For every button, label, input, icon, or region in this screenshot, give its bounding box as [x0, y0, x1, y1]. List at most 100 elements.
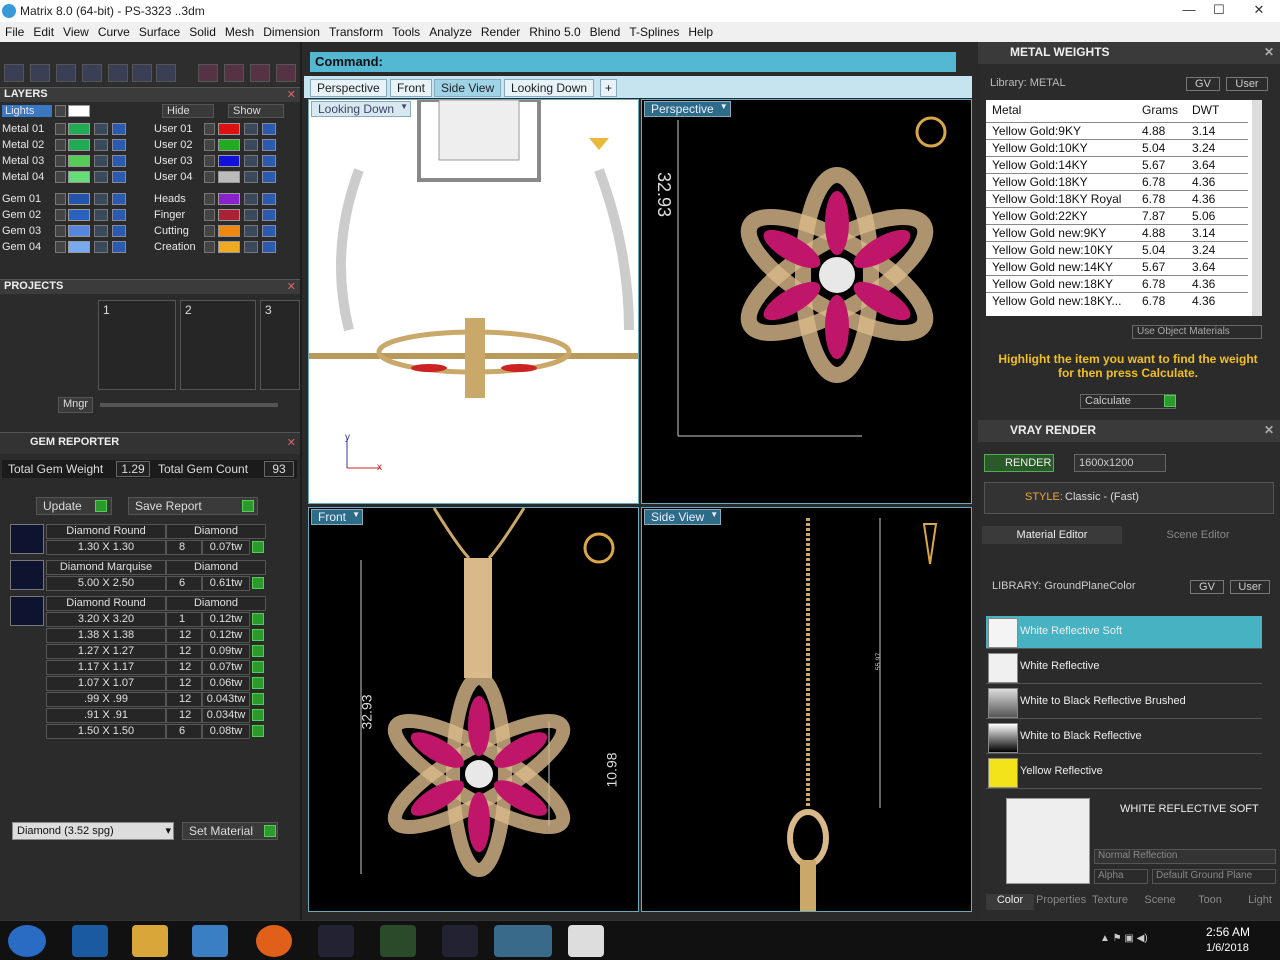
manager-button[interactable]: Mngr — [58, 397, 94, 413]
color-swatch[interactable] — [68, 105, 90, 117]
document-icon[interactable] — [568, 925, 604, 957]
media-player-icon[interactable] — [192, 925, 228, 957]
material-item[interactable]: White to Black Reflective Brushed — [986, 686, 1262, 719]
lock-icon[interactable] — [244, 209, 258, 221]
lock-icon[interactable] — [94, 241, 108, 253]
viewport-label[interactable]: Front ▼ — [311, 509, 364, 525]
select-gems-icon[interactable] — [252, 725, 264, 737]
snap-icon[interactable] — [198, 64, 218, 82]
visibility-icon[interactable] — [262, 139, 276, 151]
menu-rhino[interactable]: Rhino 5.0 — [524, 22, 584, 39]
file-explorer-icon[interactable] — [132, 925, 168, 957]
viewport-label[interactable]: Perspective ▼ — [644, 101, 731, 117]
save-report-button[interactable]: Save Report — [128, 497, 258, 515]
menu-curve[interactable]: Curve — [93, 22, 134, 39]
osnap-icon[interactable] — [250, 64, 270, 82]
layer-row[interactable]: User 02 — [152, 139, 300, 154]
tab-color[interactable]: Color — [986, 894, 1034, 910]
color-swatch[interactable] — [218, 139, 240, 151]
layer-row[interactable]: User 04 — [152, 171, 300, 186]
expand-icon[interactable] — [55, 225, 66, 237]
layer-row[interactable]: Cutting — [152, 225, 300, 240]
tab-side-view[interactable]: Side View — [434, 79, 502, 97]
layer-row[interactable]: Metal 03 — [0, 155, 145, 170]
ring-app-icon[interactable] — [442, 925, 478, 957]
expand-icon[interactable] — [55, 155, 66, 167]
material-item[interactable]: Yellow Reflective — [986, 756, 1262, 789]
layer-row[interactable]: Creation — [152, 241, 300, 256]
expand-icon[interactable] — [55, 139, 66, 151]
material-item[interactable]: White to Black Reflective — [986, 721, 1262, 754]
visibility-icon[interactable] — [112, 155, 126, 167]
visibility-icon[interactable] — [112, 209, 126, 221]
expand-icon[interactable] — [204, 241, 215, 253]
add-view-icon[interactable]: + — [600, 79, 618, 97]
filter-icon[interactable] — [108, 64, 128, 82]
tab-toon[interactable]: Toon — [1186, 894, 1234, 910]
tab-looking-down[interactable]: Looking Down — [504, 79, 595, 97]
color-swatch[interactable] — [68, 209, 90, 221]
menu-surface[interactable]: Surface — [134, 22, 184, 39]
project-slot-2[interactable]: 2 — [180, 300, 256, 390]
lock-icon[interactable] — [94, 123, 108, 135]
expand-icon[interactable] — [204, 155, 215, 167]
visibility-icon[interactable] — [262, 123, 276, 135]
menu-edit[interactable]: Edit — [28, 22, 58, 39]
menu-file[interactable]: File — [0, 22, 28, 39]
layer-row[interactable]: Metal 02 — [0, 139, 145, 154]
tab-material-editor[interactable]: Material Editor — [982, 526, 1122, 544]
viewport-looking-down[interactable]: yx Looking Down ▼ — [308, 99, 639, 504]
visibility-icon[interactable] — [262, 193, 276, 205]
expand-icon[interactable] — [204, 209, 215, 221]
color-swatch[interactable] — [68, 171, 90, 183]
lock-icon[interactable] — [244, 193, 258, 205]
grid-snap-icon[interactable] — [224, 64, 244, 82]
menu-blend[interactable]: Blend — [585, 22, 625, 39]
cylinder-icon[interactable] — [82, 64, 102, 82]
layer-row[interactable]: Gem 01 — [0, 193, 145, 208]
visibility-icon[interactable] — [262, 155, 276, 167]
layer-row[interactable]: Heads — [152, 193, 300, 208]
material-item[interactable]: White Reflective — [986, 651, 1262, 684]
metal-row[interactable]: Yellow Gold new:10KY 5.04 3.24 — [986, 241, 1248, 258]
color-swatch[interactable] — [218, 225, 240, 237]
menu-dimension[interactable]: Dimension — [258, 22, 324, 39]
visibility-icon[interactable] — [262, 241, 276, 253]
metal-row[interactable]: Yellow Gold:18KY Royal 6.78 4.36 — [986, 190, 1248, 207]
scrollbar[interactable] — [1252, 100, 1262, 316]
close-icon[interactable]: ✕ — [287, 88, 296, 101]
layer-row[interactable]: Finger — [152, 209, 300, 224]
menu-mesh[interactable]: Mesh — [220, 22, 258, 39]
render-button[interactable]: RENDER — [984, 454, 1054, 472]
select-gems-icon[interactable] — [252, 645, 264, 657]
visibility-icon[interactable] — [112, 171, 126, 183]
properties-icon[interactable] — [156, 64, 176, 82]
lock-icon[interactable] — [94, 155, 108, 167]
expand-icon[interactable] — [55, 241, 66, 253]
color-swatch[interactable] — [68, 139, 90, 151]
expand-icon[interactable] — [55, 209, 66, 221]
menu-transform[interactable]: Transform — [324, 22, 387, 39]
user-button[interactable]: User — [1230, 580, 1270, 594]
expand-icon[interactable] — [55, 171, 66, 183]
color-swatch[interactable] — [218, 193, 240, 205]
minimize-button[interactable]: — — [1174, 0, 1204, 20]
visibility-icon[interactable] — [262, 209, 276, 221]
menu-solid[interactable]: Solid — [184, 22, 220, 39]
viewport-side-view[interactable]: Side View ▼ 55.97 — [641, 507, 972, 912]
color-swatch[interactable] — [218, 209, 240, 221]
metal-row[interactable]: Yellow Gold new:18KY 6.78 4.36 — [986, 275, 1248, 292]
color-swatch[interactable] — [68, 241, 90, 253]
start-button[interactable] — [8, 925, 46, 957]
command-bar[interactable]: Command: — [310, 52, 956, 72]
tray-icons[interactable]: ▲ ⚑ ▣ ◀) — [1100, 933, 1148, 944]
matrix-app-icon[interactable] — [494, 925, 552, 957]
lock-icon[interactable] — [94, 209, 108, 221]
style-select[interactable]: STYLE: Classic - (Fast) — [984, 482, 1274, 514]
metal-row[interactable]: Yellow Gold new:9KY 4.88 3.14 — [986, 224, 1248, 241]
menu-analyze[interactable]: Analyze — [424, 22, 476, 39]
layer-row[interactable]: Gem 02 — [0, 209, 145, 224]
expand-icon[interactable] — [55, 123, 66, 135]
visibility-icon[interactable] — [262, 171, 276, 183]
lock-icon[interactable] — [244, 171, 258, 183]
